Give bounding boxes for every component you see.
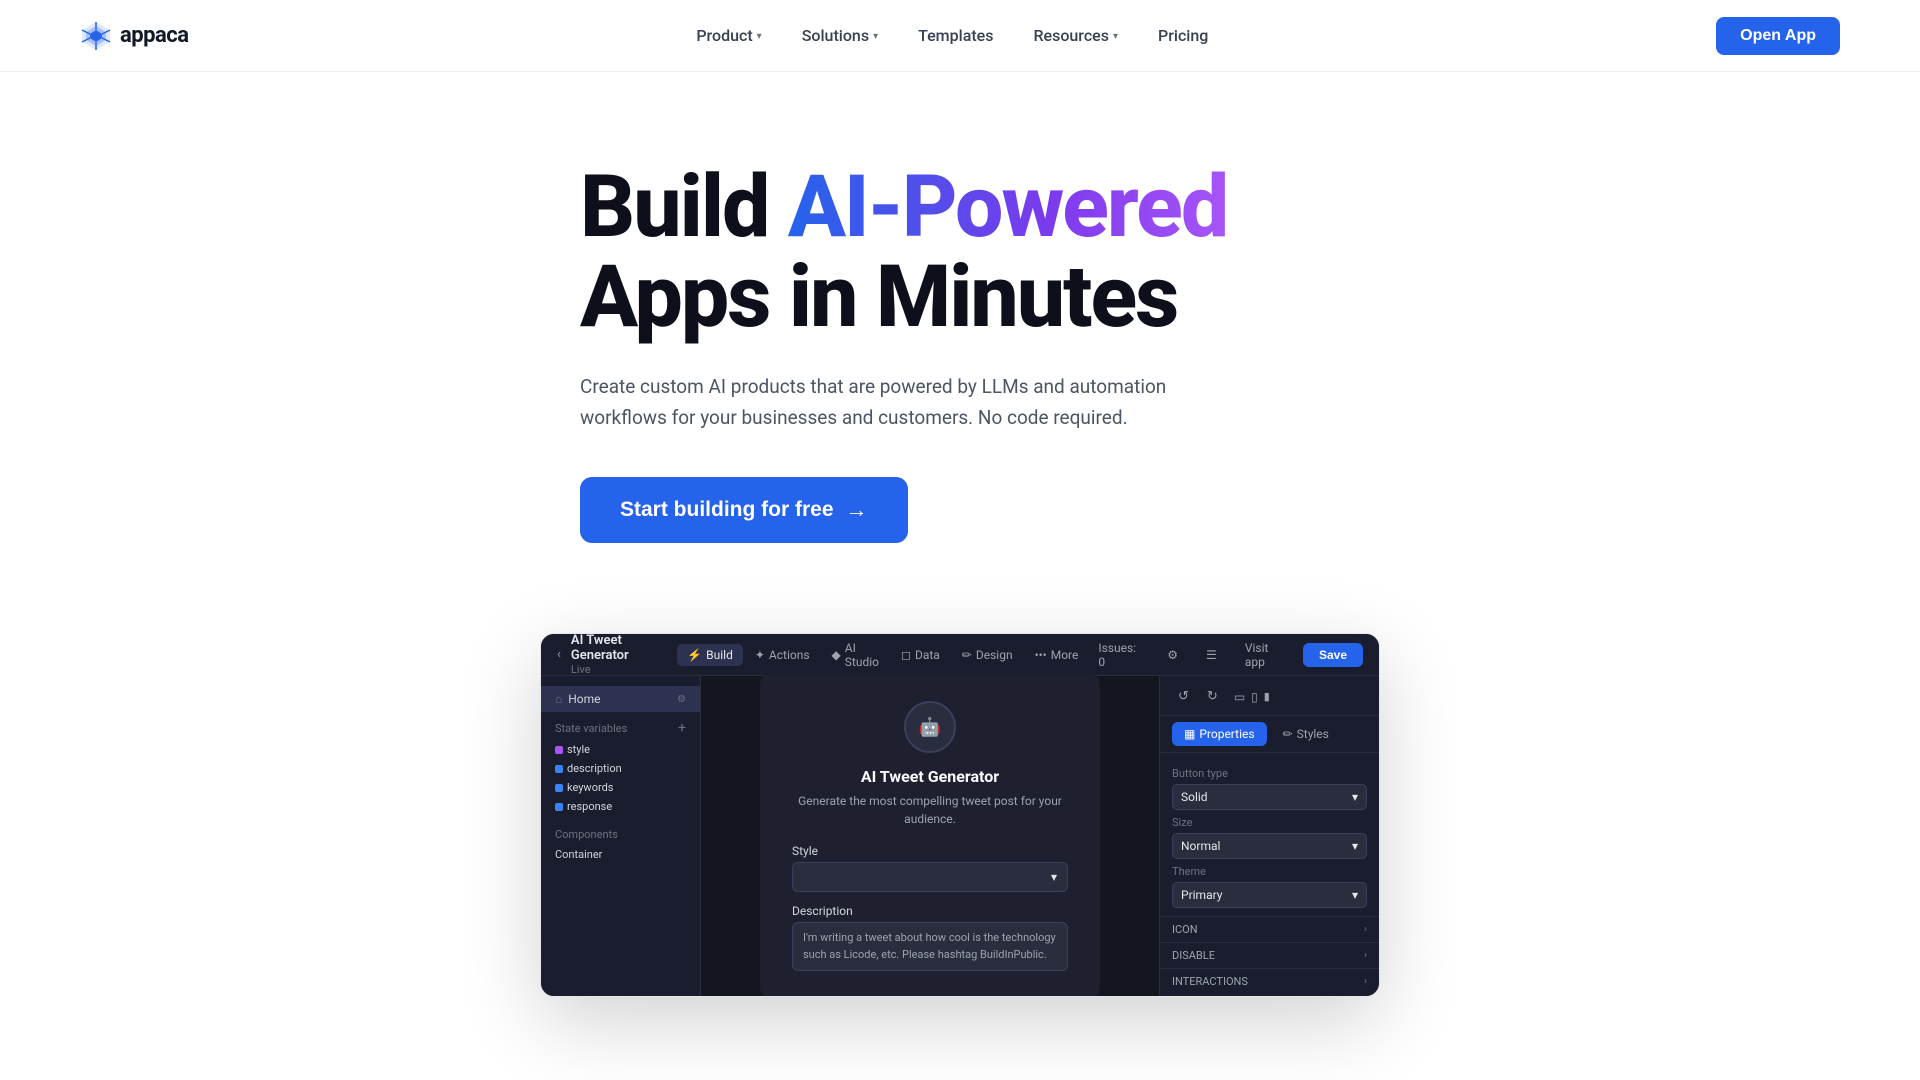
navbar: appaca Product▾ Solutions▾ Templates Res… — [0, 0, 1920, 72]
app-body: ⌂ Home ⚙ State variables + style descrip… — [541, 676, 1379, 996]
arrow-icon: → — [846, 497, 868, 523]
app-topbar-nav: ⚡Build ✦Actions ◆AI Studio ◻Data ✏Design… — [677, 637, 1088, 673]
sidebar-component-container[interactable]: Container — [541, 845, 700, 864]
robot-icon: 🤖 — [919, 717, 941, 738]
menu-button[interactable]: ☰ — [1196, 644, 1227, 666]
logo-link[interactable]: appaca — [80, 20, 189, 52]
preview-description: Generate the most compelling tweet post … — [792, 792, 1068, 828]
app-preview-logo: 🤖 — [904, 701, 956, 753]
app-preview-card: 🤖 AI Tweet Generator Generate the most c… — [760, 673, 1100, 997]
preview-title: AI Tweet Generator — [792, 767, 1068, 786]
settings-button[interactable]: ⚙ — [1157, 644, 1188, 666]
nav-templates[interactable]: Templates — [900, 18, 1011, 53]
topbar-nav-ai-studio[interactable]: ◆AI Studio — [822, 637, 889, 673]
topbar-nav-data[interactable]: ◻Data — [891, 644, 950, 666]
style-select[interactable]: ▾ — [792, 862, 1068, 892]
size-label: Size — [1172, 816, 1367, 829]
tab-styles[interactable]: ✏ Styles — [1271, 722, 1341, 746]
icon-row-chevron: › — [1364, 924, 1367, 935]
right-panel-button-type-section: Button type Solid ▾ Size Normal ▾ Theme … — [1160, 753, 1379, 916]
logo-icon — [80, 20, 112, 52]
disable-row-chevron: › — [1364, 950, 1367, 961]
app-topbar-right: Issues: 0 ⚙ ☰ Visit app Save — [1088, 637, 1363, 673]
size-select[interactable]: Normal ▾ — [1172, 833, 1367, 859]
interactions-row[interactable]: INTERACTIONS › — [1160, 968, 1379, 994]
var-dot-description — [555, 765, 563, 773]
style-label: Style — [792, 844, 1068, 858]
nav-solutions[interactable]: Solutions▾ — [784, 18, 896, 53]
interactions-row-chevron: › — [1364, 976, 1367, 987]
app-title: AI Tweet Generator — [571, 633, 677, 663]
redo-button[interactable]: ↻ — [1201, 686, 1224, 707]
hero-gradient-text: AI-Powered — [788, 156, 1227, 257]
app-sidebar: ⌂ Home ⚙ State variables + style descrip… — [541, 676, 701, 996]
right-panel-tabs: ▦ Properties ✏ Styles — [1160, 716, 1379, 753]
hero-subheading: Create custom AI products that are power… — [580, 371, 1220, 434]
app-window: ‹ AI Tweet Generator Live ⚡Build ✦Action… — [540, 633, 1380, 997]
state-var-keywords: keywords — [541, 778, 700, 797]
app-right-panel: ↺ ↻ ▭ ▯ ▮ ▦ Properties ✏ Styles — [1159, 676, 1379, 996]
hero-heading: Build AI-Powered Apps in Minutes — [580, 162, 1340, 343]
nav-product[interactable]: Product▾ — [678, 18, 779, 53]
sidebar-home[interactable]: ⌂ Home ⚙ — [541, 686, 700, 712]
topbar-nav-more[interactable]: •••More — [1025, 644, 1089, 666]
button-type-label: Button type — [1172, 767, 1367, 780]
app-topbar-left: ‹ AI Tweet Generator Live — [557, 633, 677, 676]
nav-links: Product▾ Solutions▾ Templates Resources▾… — [678, 18, 1226, 53]
icon-row[interactable]: ICON › — [1160, 916, 1379, 942]
topbar-nav-design[interactable]: ✏Design — [952, 644, 1023, 666]
device-desktop-icon[interactable]: ▭ — [1234, 690, 1245, 704]
add-state-var-icon[interactable]: + — [678, 720, 686, 736]
logo-text: appaca — [120, 23, 189, 48]
issues-indicator: Issues: 0 — [1088, 637, 1149, 673]
var-dot-style — [555, 746, 563, 754]
sidebar-home-settings-icon: ⚙ — [677, 694, 686, 705]
var-dot-response — [555, 803, 563, 811]
undo-button[interactable]: ↺ — [1172, 686, 1195, 707]
nav-resources[interactable]: Resources▾ — [1015, 18, 1136, 53]
open-app-button[interactable]: Open App — [1716, 17, 1840, 55]
state-var-response: response — [541, 797, 700, 816]
app-center: 🤖 AI Tweet Generator Generate the most c… — [701, 676, 1159, 996]
disable-row[interactable]: DISABLE › — [1160, 942, 1379, 968]
nav-pricing[interactable]: Pricing — [1140, 18, 1226, 53]
hero-section: Build AI-Powered Apps in Minutes Create … — [500, 72, 1420, 593]
state-var-style: style — [541, 740, 700, 759]
theme-select[interactable]: Primary ▾ — [1172, 882, 1367, 908]
button-type-select[interactable]: Solid ▾ — [1172, 784, 1367, 810]
back-button[interactable]: ‹ — [557, 647, 561, 662]
hero-cta-button[interactable]: Start building for free → — [580, 477, 908, 543]
app-screenshot-wrapper: ‹ AI Tweet Generator Live ⚡Build ✦Action… — [460, 633, 1460, 997]
description-textarea[interactable]: I'm writing a tweet about how cool is th… — [792, 922, 1068, 971]
topbar-nav-build[interactable]: ⚡Build — [677, 644, 743, 666]
visit-app-button[interactable]: Visit app — [1235, 637, 1295, 673]
components-label: Components — [541, 816, 700, 845]
state-var-description: description — [541, 759, 700, 778]
save-button[interactable]: Save — [1303, 643, 1363, 667]
device-tablet-icon[interactable]: ▯ — [1251, 690, 1258, 704]
state-vars-label: State variables + — [541, 712, 700, 740]
home-icon: ⌂ — [555, 692, 562, 706]
description-field-label: Description — [792, 904, 1068, 918]
var-dot-keywords — [555, 784, 563, 792]
right-panel-toolbar: ↺ ↻ ▭ ▯ ▮ — [1160, 686, 1379, 716]
device-mobile-icon[interactable]: ▮ — [1264, 690, 1270, 703]
tab-properties[interactable]: ▦ Properties — [1172, 722, 1267, 746]
topbar-nav-actions[interactable]: ✦Actions — [745, 644, 820, 666]
hero-cta-label: Start building for free — [620, 498, 834, 522]
theme-label: Theme — [1172, 865, 1367, 878]
app-subtitle: Live — [571, 663, 677, 676]
app-topbar: ‹ AI Tweet Generator Live ⚡Build ✦Action… — [541, 634, 1379, 676]
